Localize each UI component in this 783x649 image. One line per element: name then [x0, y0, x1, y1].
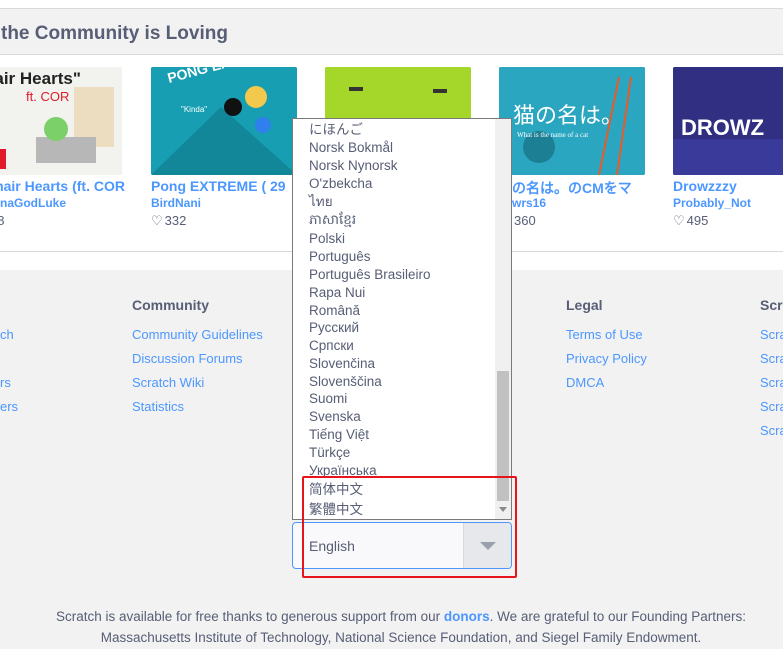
project-thumbnail-5-art: DROWZ — [673, 67, 783, 175]
project-loves-1-value: 48 — [0, 213, 5, 228]
donors-link[interactable]: donors — [444, 609, 490, 624]
project-title-5[interactable]: Drowzzzy — [673, 178, 783, 194]
language-option[interactable]: Norsk Nynorsk — [309, 157, 398, 175]
donors-prefix: Scratch is available for free thanks to … — [55, 609, 444, 624]
project-thumbnail-1-art: hair Hearts" ft. COR vo — [0, 67, 122, 175]
language-option[interactable]: Українська — [309, 462, 377, 480]
footer-legal-title: Legal — [566, 297, 603, 313]
language-option[interactable]: Svenska — [309, 408, 361, 426]
heart-icon: ♡ — [673, 213, 685, 228]
footer-link-terms-of-use[interactable]: Terms of Use — [566, 327, 643, 342]
project-loves-5-value: 495 — [686, 213, 709, 228]
footer-link-community-guidelines[interactable]: Community Guidelines — [132, 327, 263, 342]
project-loves-1: 48 — [0, 213, 30, 228]
footer-scratch-link-2[interactable]: Scra — [760, 351, 783, 366]
project-thumbnail-5[interactable]: DROWZ — [673, 67, 783, 175]
project-loves-2-value: 332 — [164, 213, 187, 228]
thumb-1-sub: ft. COR — [26, 89, 69, 104]
language-option[interactable]: Türkçe — [309, 444, 350, 462]
donors-suffix: . We are grateful to our Founding Partne… — [489, 609, 747, 624]
language-options-list[interactable]: にほんご Norsk Bokmål Norsk Nynorsk O'zbekch… — [292, 118, 512, 520]
language-option[interactable]: Tiếng Việt — [309, 426, 369, 444]
project-thumbnail-1[interactable]: hair Hearts" ft. COR vo — [0, 67, 122, 175]
language-option[interactable]: Српски — [309, 337, 354, 355]
project-author-2[interactable]: BirdNani — [151, 196, 297, 210]
thumb-2-sub: "Kinda" — [181, 105, 207, 114]
footer-link-statistics[interactable]: Statistics — [132, 399, 184, 414]
footer-left-link-2[interactable]: rs — [0, 375, 16, 390]
footer-scratch-link-1[interactable]: Scra — [760, 327, 783, 342]
project-title-2[interactable]: Pong EXTREME ( 29 — [151, 178, 297, 194]
footer-link-dmca[interactable]: DMCA — [566, 375, 604, 390]
thumb-1-title: hair Hearts" — [0, 69, 81, 88]
language-option[interactable]: ភាសាខ្មែរ — [309, 211, 356, 229]
project-title-4[interactable]: の名は。のCMをマ — [512, 178, 645, 198]
chevron-down-icon — [480, 542, 496, 550]
project-loves-4: 360 — [514, 213, 645, 228]
language-option[interactable]: Rapa Nui — [309, 284, 365, 302]
scroll-down-arrow-icon[interactable] — [499, 507, 507, 512]
language-selected-value: English — [309, 538, 355, 554]
footer-left-link-1[interactable]: ch — [0, 327, 16, 342]
language-select[interactable]: English — [292, 522, 512, 569]
language-list-scrollbar[interactable] — [495, 119, 511, 519]
language-option[interactable]: Slovenščina — [309, 373, 382, 391]
language-option[interactable]: ไทย — [309, 193, 333, 211]
footer-scratch-title: Scra — [760, 297, 783, 313]
language-option[interactable]: Suomi — [309, 390, 347, 408]
project-author-4[interactable]: wrs16 — [512, 196, 645, 210]
language-option[interactable]: 简体中文 — [309, 481, 363, 499]
footer-link-discussion-forums[interactable]: Discussion Forums — [132, 351, 243, 366]
footer-scratch-link-4[interactable]: Scra — [760, 399, 783, 414]
language-option[interactable]: にほんご — [309, 121, 363, 139]
project-author-5[interactable]: Probably_Not — [673, 196, 783, 210]
thumb-4-title: 猫の名は。 — [513, 104, 623, 129]
footer-community-title: Community — [132, 297, 209, 313]
scrollbar-thumb[interactable] — [497, 371, 509, 501]
language-option[interactable]: Português Brasileiro — [309, 266, 431, 284]
heart-icon: ♡ — [151, 213, 163, 228]
footer-scratch-link-5[interactable]: Scra — [760, 423, 783, 438]
project-loves-4-value: 360 — [514, 213, 536, 228]
project-thumbnail-4[interactable]: 猫の名は。 What is the name of a cat — [499, 67, 645, 175]
project-loves-5: ♡ 495 — [673, 213, 783, 229]
project-title-1[interactable]: hair Hearts (ft. COR — [0, 178, 125, 194]
project-thumbnail-2[interactable]: PONG EXTREME "Kinda" — [151, 67, 297, 175]
language-option[interactable]: O'zbekcha — [309, 175, 372, 193]
thumb-4-sub: What is the name of a cat — [517, 131, 588, 139]
language-option[interactable]: Polski — [309, 230, 345, 248]
language-dropdown-toggle[interactable] — [463, 523, 511, 568]
footer-partners-text: Massachusetts Institute of Technology, N… — [100, 630, 702, 645]
project-thumbnail-4-art: 猫の名は。 What is the name of a cat — [499, 67, 645, 175]
language-option[interactable]: Slovenčina — [309, 355, 375, 373]
panel-title: the Community is Loving — [1, 23, 228, 44]
project-thumbnail-2-art: PONG EXTREME "Kinda" — [151, 67, 297, 175]
thumb-5-title: DROWZ — [681, 115, 764, 140]
project-loves-2: ♡ 332 — [151, 213, 297, 229]
footer-donors-text: Scratch is available for free thanks to … — [0, 609, 783, 624]
footer-scratch-link-3[interactable]: Scra — [760, 375, 783, 390]
language-option[interactable]: Română — [309, 302, 360, 320]
language-option[interactable]: Norsk Bokmål — [309, 139, 393, 157]
footer-left-link-3[interactable]: ers — [0, 399, 20, 414]
project-author-1[interactable]: naGodLuke — [0, 196, 128, 210]
language-option[interactable]: Português — [309, 248, 371, 266]
panel-header: the Community is Loving — [0, 9, 783, 55]
footer-link-privacy-policy[interactable]: Privacy Policy — [566, 351, 647, 366]
language-option[interactable]: Русский — [309, 319, 359, 337]
footer-link-scratch-wiki[interactable]: Scratch Wiki — [132, 375, 204, 390]
language-option[interactable]: 繁體中文 — [309, 501, 363, 519]
